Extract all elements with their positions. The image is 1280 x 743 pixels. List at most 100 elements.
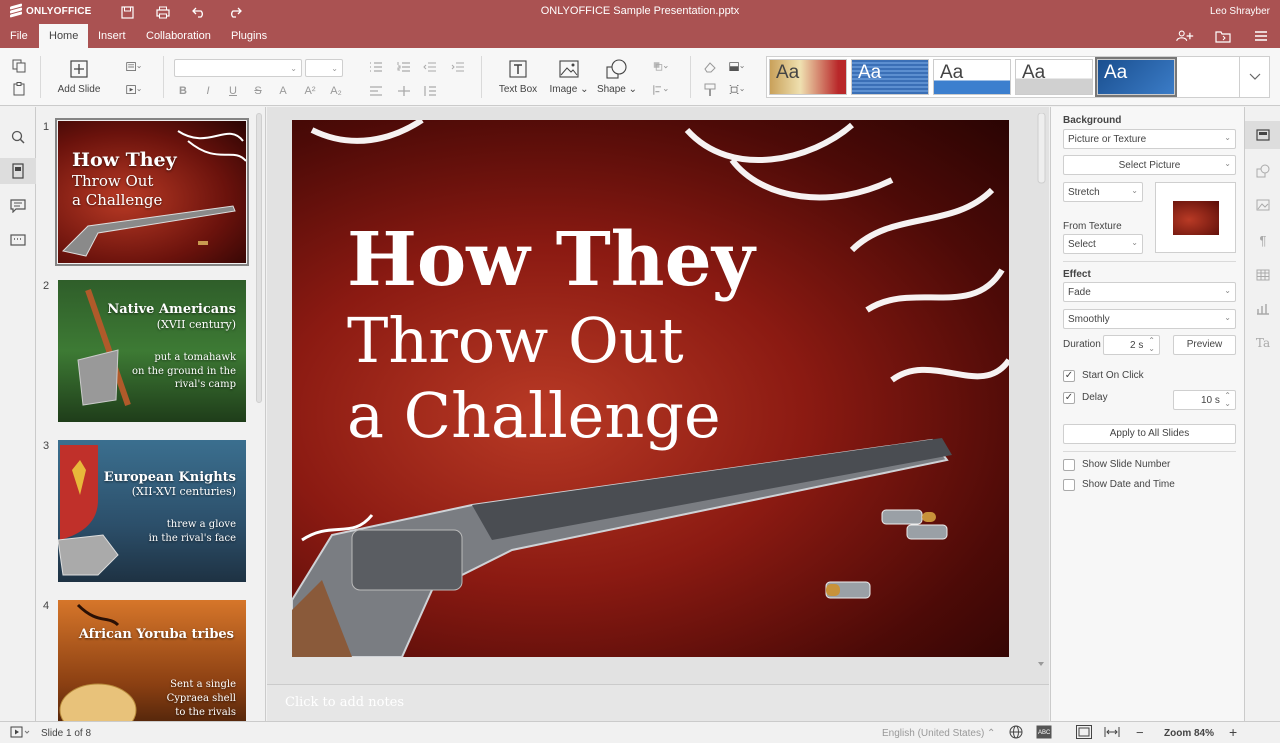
effect-type-select[interactable]: Smoothly ⌄	[1063, 309, 1236, 329]
chart-settings-icon[interactable]	[1255, 301, 1271, 317]
slide-layout-icon[interactable]	[126, 59, 142, 75]
image-settings-icon[interactable]	[1255, 197, 1271, 213]
tab-insert[interactable]: Insert	[88, 24, 136, 48]
undo-icon[interactable]	[190, 3, 208, 21]
slide-title-line1[interactable]: How They	[347, 223, 755, 297]
fit-to-width-icon[interactable]	[1104, 726, 1120, 741]
table-settings-icon[interactable]	[1255, 267, 1271, 283]
paragraph-settings-icon[interactable]: ¶	[1255, 232, 1271, 248]
text-box-button[interactable]: Text Box	[495, 58, 541, 95]
open-folder-icon[interactable]	[1214, 27, 1232, 45]
language-select[interactable]: English (United States) ⌃	[882, 728, 995, 739]
slide-title-line3[interactable]: a Challenge	[347, 385, 721, 447]
add-user-icon[interactable]	[1176, 27, 1194, 45]
user-name[interactable]: Leo Shrayber	[1210, 6, 1270, 17]
vertical-align-icon[interactable]	[396, 83, 412, 99]
copy-icon[interactable]	[11, 58, 27, 74]
paste-icon[interactable]	[11, 81, 27, 97]
show-slide-number-checkbox[interactable]	[1063, 459, 1075, 471]
slide-settings-panel: Background Picture or Texture ⌄ Select Pi…	[1050, 107, 1244, 721]
hamburger-menu-icon[interactable]	[1252, 27, 1270, 45]
effect-select[interactable]: Fade ⌄	[1063, 282, 1236, 302]
start-on-click-checkbox[interactable]: ✓	[1063, 370, 1075, 382]
color-scheme-icon[interactable]	[729, 59, 745, 75]
tab-file[interactable]: File	[0, 24, 38, 48]
align-shapes-icon[interactable]	[653, 82, 669, 98]
globe-icon[interactable]	[1009, 725, 1023, 742]
theme-1[interactable]: Aa	[769, 59, 847, 95]
current-slide[interactable]: How They Throw Out a Challenge	[292, 120, 1009, 657]
background-fill-select[interactable]: Picture or Texture ⌄	[1063, 129, 1236, 149]
slide-thumbnail-4[interactable]: African Yoruba tribes Sent a single Cypr…	[58, 600, 246, 721]
underline-icon[interactable]: U	[225, 83, 241, 99]
theme-4[interactable]: Aa	[1015, 59, 1093, 95]
font-family-combo[interactable]: ⌄	[174, 59, 302, 77]
themes-expand-button[interactable]	[1239, 57, 1269, 97]
text-art-settings-icon[interactable]: Ta	[1255, 335, 1271, 351]
home-toolbar: Add Slide ⌄ ⌄ B I U S A A² A₂ Text Box I…	[0, 48, 1280, 106]
copy-style-icon[interactable]	[702, 82, 718, 98]
apply-to-all-slides-button[interactable]: Apply to All Slides	[1063, 424, 1236, 444]
numbering-icon[interactable]	[396, 59, 412, 75]
bold-icon[interactable]: B	[175, 83, 191, 99]
slide-thumbnail-2[interactable]: Native Americans (XVII century) put a to…	[58, 280, 246, 422]
start-slideshow-icon[interactable]	[10, 726, 32, 741]
select-picture-button[interactable]: Select Picture ⌄	[1063, 155, 1236, 175]
theme-5-selected[interactable]: Aa	[1095, 57, 1177, 97]
increase-indent-icon[interactable]	[450, 59, 466, 75]
slides-panel-icon[interactable]	[0, 158, 36, 184]
editor-scrollbar[interactable]	[1036, 112, 1046, 673]
search-icon[interactable]	[9, 128, 27, 146]
image-button[interactable]: Image ⌄	[548, 58, 590, 95]
text-box-label: Text Box	[498, 84, 538, 95]
texture-select[interactable]: Select ⌄	[1063, 234, 1143, 254]
tab-home[interactable]: Home	[39, 24, 89, 48]
save-icon[interactable]	[118, 3, 136, 21]
align-left-icon[interactable]	[368, 83, 384, 99]
delay-checkbox[interactable]: ✓	[1063, 392, 1075, 404]
redo-icon[interactable]	[226, 3, 244, 21]
preview-button[interactable]: Preview	[1173, 335, 1236, 355]
image-icon	[558, 58, 580, 80]
theme-3[interactable]: Aa	[933, 59, 1011, 95]
line-spacing-icon[interactable]	[422, 83, 438, 99]
tab-collaboration[interactable]: Collaboration	[136, 24, 221, 48]
theme-2[interactable]: Aa	[851, 59, 929, 95]
subscript-icon[interactable]: A₂	[328, 83, 344, 99]
fit-to-slide-icon[interactable]	[1076, 725, 1092, 742]
strikethrough-icon[interactable]: S	[250, 83, 266, 99]
superscript-icon[interactable]: A²	[302, 83, 318, 99]
slide-thumbnail-1[interactable]: How They Throw Out a Challenge	[55, 118, 249, 266]
bullets-icon[interactable]	[368, 59, 384, 75]
slide-size-icon[interactable]	[729, 82, 745, 98]
thumb-number-2: 2	[43, 280, 50, 292]
font-color-icon[interactable]: A	[275, 83, 291, 99]
comments-icon[interactable]	[9, 197, 27, 215]
slide-title-line2[interactable]: Throw Out	[347, 310, 684, 372]
italic-icon[interactable]: I	[200, 83, 216, 99]
shape-settings-icon[interactable]	[1255, 163, 1271, 179]
font-size-combo[interactable]: ⌄	[305, 59, 343, 77]
notes-area[interactable]: Click to add notes	[267, 684, 1049, 721]
slide-settings-icon[interactable]	[1245, 121, 1280, 149]
shape-button[interactable]: Shape ⌄	[596, 58, 638, 95]
print-icon[interactable]	[154, 3, 172, 21]
spellcheck-icon[interactable]: ABC	[1036, 725, 1052, 742]
thumbnails-scrollbar[interactable]	[256, 113, 262, 403]
delay-spinner[interactable]: 10 s ⌃ ⌄	[1173, 390, 1236, 410]
zoom-in-icon[interactable]: +	[1229, 724, 1237, 740]
arrange-icon[interactable]	[653, 59, 669, 75]
stretch-select[interactable]: Stretch ⌄	[1063, 182, 1143, 202]
clear-style-icon[interactable]	[702, 59, 718, 75]
zoom-out-icon[interactable]: −	[1136, 725, 1144, 740]
themes-gallery: Aa Aa Aa Aa Aa	[766, 56, 1270, 98]
slide-thumbnail-3[interactable]: European Knights (XII-XVI centuries) thr…	[58, 440, 246, 582]
duration-spinner[interactable]: 2 s ⌃ ⌄	[1103, 335, 1160, 355]
decrease-indent-icon[interactable]	[422, 59, 438, 75]
add-slide-button[interactable]: Add Slide	[54, 58, 104, 95]
chat-icon[interactable]	[9, 232, 27, 250]
zoom-level[interactable]: Zoom 84%	[1164, 728, 1214, 739]
show-date-time-checkbox[interactable]	[1063, 479, 1075, 491]
tab-plugins[interactable]: Plugins	[221, 24, 277, 48]
slide-playback-icon[interactable]	[126, 82, 142, 98]
